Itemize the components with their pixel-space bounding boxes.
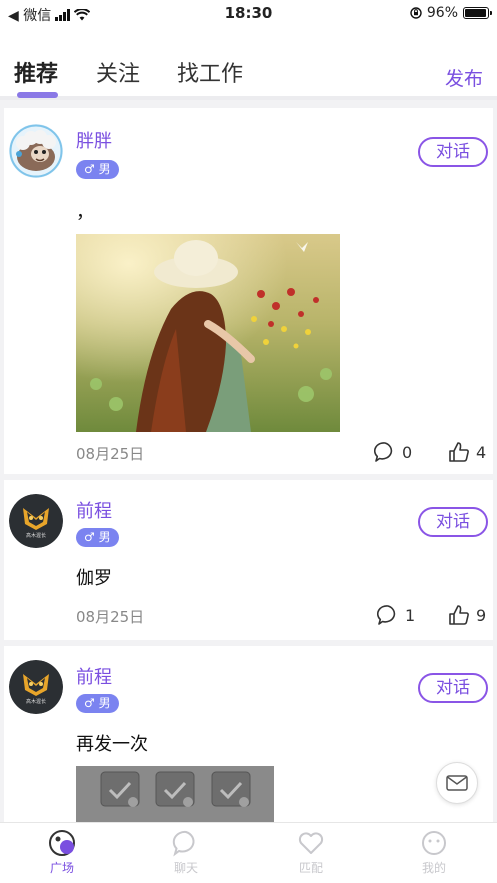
sheep-avatar-image bbox=[9, 124, 63, 178]
face-icon bbox=[422, 831, 446, 855]
tab-me-label: 我的 bbox=[421, 861, 446, 875]
avatar[interactable]: 高木渥长 bbox=[9, 660, 63, 714]
username[interactable]: 前程 bbox=[76, 663, 112, 689]
avatar[interactable] bbox=[9, 124, 63, 178]
tab-plaza-label: 广场 bbox=[49, 861, 74, 875]
username[interactable]: 胖胖 bbox=[76, 127, 112, 153]
post-image-grid[interactable] bbox=[76, 766, 274, 822]
post-text: 再发一次 bbox=[76, 734, 148, 755]
tab-me[interactable]: 我的 bbox=[404, 829, 464, 876]
girl-with-flowers-photo bbox=[76, 234, 340, 432]
gender-badge: ♂ 男 bbox=[76, 694, 119, 713]
thumbs-up-icon bbox=[449, 442, 469, 462]
publish-button[interactable]: 发布 bbox=[445, 64, 483, 91]
comment-count-value: 0 bbox=[402, 442, 413, 462]
battery-percent: 96% bbox=[426, 5, 458, 21]
owl-avatar-image bbox=[9, 660, 63, 714]
avatar-caption: 高木渥长 bbox=[25, 699, 46, 705]
avatar-caption: 高木渥长 bbox=[25, 533, 46, 539]
feed[interactable]: 胖胖 ♂ 男 对话 ， 08月25日 0 4 高木渥长 前程 ♂ 男 对话 伽罗… bbox=[4, 108, 493, 822]
tab-match-label: 匹配 bbox=[298, 861, 323, 875]
gender-badge: ♂ 男 bbox=[76, 528, 119, 547]
thumbs-up-icon bbox=[449, 605, 469, 625]
active-tab-indicator bbox=[17, 92, 58, 98]
like-count-value: 4 bbox=[476, 442, 487, 462]
image-placeholders bbox=[100, 771, 251, 807]
post-date: 08月25日 bbox=[76, 445, 145, 463]
feed-post: 胖胖 ♂ 男 对话 ， 08月25日 0 4 bbox=[4, 108, 493, 474]
battery-icon bbox=[463, 7, 492, 19]
post-photo[interactable] bbox=[76, 234, 340, 432]
top-nav: 推荐 关注 找工作 发布 bbox=[0, 28, 497, 100]
chat-bubble-icon bbox=[172, 830, 195, 857]
chat-button[interactable]: 对话 bbox=[418, 673, 488, 703]
tab-recommend[interactable]: 推荐 bbox=[14, 56, 58, 88]
comment-icon bbox=[377, 605, 396, 625]
like-count[interactable]: 9 bbox=[448, 604, 486, 626]
tab-following[interactable]: 关注 bbox=[96, 56, 140, 88]
post-text: 伽罗 bbox=[76, 568, 112, 589]
tab-chat-label: 聊天 bbox=[173, 861, 198, 875]
tab-plaza[interactable]: 广场 bbox=[32, 829, 92, 876]
message-button[interactable] bbox=[436, 762, 478, 804]
status-right: 96% bbox=[410, 5, 492, 21]
orientation-lock-icon bbox=[410, 7, 422, 19]
owl-avatar-image bbox=[9, 494, 63, 548]
bottom-tab-bar: 广场 聊天 匹配 我的 bbox=[0, 822, 497, 883]
tab-find-job[interactable]: 找工作 bbox=[177, 56, 243, 88]
mail-icon bbox=[446, 775, 468, 791]
feed-post: 高木渥长 前程 ♂ 男 对话 伽罗 08月25日 1 9 bbox=[4, 480, 493, 640]
comment-count[interactable]: 1 bbox=[377, 604, 415, 626]
like-count[interactable]: 4 bbox=[448, 441, 486, 463]
tab-chat[interactable]: 聊天 bbox=[156, 829, 216, 876]
status-bar: ◀ 微信 18:30 96% bbox=[0, 0, 497, 28]
comment-count-value: 1 bbox=[405, 605, 416, 625]
comment-icon bbox=[374, 442, 393, 462]
like-count-value: 9 bbox=[476, 605, 487, 625]
username[interactable]: 前程 bbox=[76, 497, 112, 523]
feed-post: 高木渥长 前程 ♂ 男 对话 再发一次 bbox=[4, 646, 493, 822]
post-date: 08月25日 bbox=[76, 608, 145, 626]
tab-match[interactable]: 匹配 bbox=[281, 829, 341, 876]
chat-button[interactable]: 对话 bbox=[418, 507, 488, 537]
post-text: ， bbox=[76, 202, 94, 223]
gender-badge: ♂ 男 bbox=[76, 160, 119, 179]
avatar[interactable]: 高木渥长 bbox=[9, 494, 63, 548]
heart-icon bbox=[298, 832, 324, 854]
comment-count[interactable]: 0 bbox=[374, 441, 412, 463]
plaza-icon bbox=[49, 830, 75, 856]
chat-button[interactable]: 对话 bbox=[418, 137, 488, 167]
